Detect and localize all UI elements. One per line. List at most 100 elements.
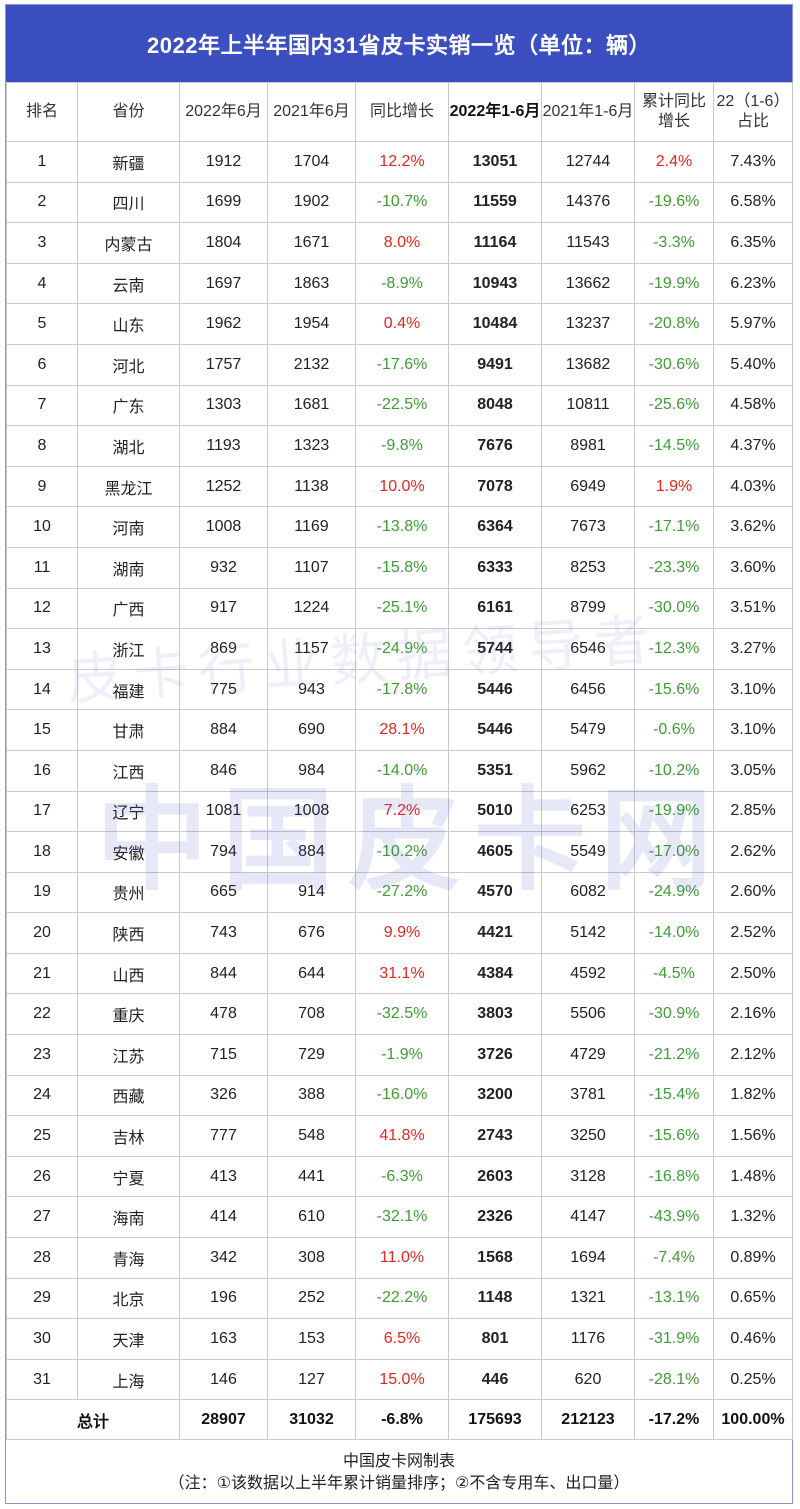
- cell-cumulative-yoy: -25.6%: [634, 384, 714, 427]
- cell-jun22: 917: [179, 587, 268, 630]
- cell-jun22: 777: [179, 1115, 268, 1157]
- cell-jun21: 943: [267, 668, 356, 711]
- cell-h1-2021: 6082: [541, 871, 635, 914]
- cell-share: 3.60%: [713, 546, 793, 589]
- cell-h1-2021: 8981: [541, 425, 635, 467]
- cell-province: 浙江: [77, 628, 180, 670]
- cell-yoy: -10.2%: [355, 831, 449, 873]
- cell-rank: 27: [6, 1196, 78, 1239]
- cell-jun21: 308: [267, 1237, 356, 1279]
- table-row: 21 山西 844 644 31.1% 4384 4592 -4.5% 2.50%: [6, 952, 793, 995]
- cell-share: 5.40%: [713, 343, 793, 386]
- cell-jun22: 326: [179, 1074, 268, 1117]
- cell-jun22: 869: [179, 628, 268, 670]
- cell-yoy: 7.2%: [355, 790, 449, 833]
- cell-cumulative-yoy: -14.0%: [634, 912, 714, 954]
- cell-jun22: 743: [179, 912, 268, 954]
- cell-cumulative-yoy: -28.1%: [634, 1358, 714, 1401]
- cell-jun21: 153: [267, 1318, 356, 1360]
- cell-h1-2022: 4605: [448, 831, 542, 873]
- cell-share: 2.60%: [713, 871, 793, 914]
- cell-cumulative-yoy: -30.9%: [634, 993, 714, 1036]
- cell-yoy: -24.9%: [355, 628, 449, 670]
- cell-jun22: 844: [179, 952, 268, 995]
- cell-h1-2021: 8799: [541, 587, 635, 630]
- cell-h1-2022: 9491: [448, 343, 542, 386]
- total-jun22: 28907: [179, 1399, 268, 1441]
- cell-share: 3.62%: [713, 506, 793, 548]
- cell-jun21: 1008: [267, 790, 356, 833]
- cell-jun21: 690: [267, 709, 356, 751]
- cell-share: 4.37%: [713, 425, 793, 467]
- cell-h1-2022: 3726: [448, 1034, 542, 1076]
- cell-yoy: -14.0%: [355, 749, 449, 792]
- cell-h1-2022: 2743: [448, 1115, 542, 1157]
- table-row: 5 山东 1962 1954 0.4% 10484 13237 -20.8% 5.97%: [6, 303, 793, 345]
- cell-jun21: 914: [267, 871, 356, 914]
- header-rank: 排名: [6, 82, 78, 142]
- cell-jun21: 884: [267, 831, 356, 873]
- cell-province: 北京: [77, 1277, 180, 1320]
- cell-yoy: -10.7%: [355, 181, 449, 224]
- cell-province: 辽宁: [77, 790, 180, 833]
- total-label: 总计: [6, 1399, 180, 1441]
- total-share: 100.00%: [713, 1399, 793, 1441]
- cell-cumulative-yoy: -23.3%: [634, 546, 714, 589]
- cell-yoy: -13.8%: [355, 506, 449, 548]
- cell-province: 四川: [77, 181, 180, 224]
- cell-share: 7.43%: [713, 141, 793, 183]
- cell-jun22: 775: [179, 668, 268, 711]
- cell-rank: 13: [6, 628, 78, 670]
- cell-yoy: -15.8%: [355, 546, 449, 589]
- cell-h1-2022: 5446: [448, 668, 542, 711]
- cell-cumulative-yoy: -19.6%: [634, 181, 714, 224]
- cell-jun21: 2132: [267, 343, 356, 386]
- cell-cumulative-yoy: -19.9%: [634, 790, 714, 833]
- cell-share: 2.12%: [713, 1034, 793, 1076]
- cell-yoy: -22.2%: [355, 1277, 449, 1320]
- cell-h1-2022: 1148: [448, 1277, 542, 1320]
- table-row: 25 吉林 777 548 41.8% 2743 3250 -15.6% 1.56%: [6, 1115, 793, 1157]
- cell-h1-2022: 10943: [448, 262, 542, 305]
- cell-cumulative-yoy: -30.6%: [634, 343, 714, 386]
- cell-yoy: -25.1%: [355, 587, 449, 630]
- table-row: 2 四川 1699 1902 -10.7% 11559 14376 -19.6% 6.58%: [6, 181, 793, 224]
- cell-cumulative-yoy: -43.9%: [634, 1196, 714, 1239]
- cell-rank: 18: [6, 831, 78, 873]
- cell-rank: 23: [6, 1034, 78, 1076]
- cell-rank: 16: [6, 749, 78, 792]
- table-row: 26 宁夏 413 441 -6.3% 2603 3128 -16.8% 1.48%: [6, 1155, 793, 1198]
- cell-rank: 22: [6, 993, 78, 1036]
- cell-province: 黑龙江: [77, 465, 180, 508]
- header-province: 省份: [77, 82, 180, 142]
- cell-cumulative-yoy: -0.6%: [634, 709, 714, 751]
- cell-cumulative-yoy: -21.2%: [634, 1034, 714, 1076]
- cell-h1-2022: 5010: [448, 790, 542, 833]
- cell-h1-2021: 6949: [541, 465, 635, 508]
- header-h1-2022: 2022年1-6月: [448, 82, 542, 142]
- cell-jun21: 610: [267, 1196, 356, 1239]
- cell-share: 1.32%: [713, 1196, 793, 1239]
- cell-h1-2022: 6161: [448, 587, 542, 630]
- cell-jun21: 1224: [267, 587, 356, 630]
- cell-jun22: 1962: [179, 303, 268, 345]
- cell-h1-2022: 3200: [448, 1074, 542, 1117]
- cell-cumulative-yoy: -15.4%: [634, 1074, 714, 1117]
- cell-h1-2021: 1694: [541, 1237, 635, 1279]
- cell-rank: 25: [6, 1115, 78, 1157]
- cell-yoy: 0.4%: [355, 303, 449, 345]
- table-row: 13 浙江 869 1157 -24.9% 5744 6546 -12.3% 3.27%: [6, 628, 793, 670]
- cell-rank: 7: [6, 384, 78, 427]
- cell-rank: 26: [6, 1155, 78, 1198]
- cell-h1-2022: 8048: [448, 384, 542, 427]
- cell-jun21: 1671: [267, 222, 356, 264]
- cell-cumulative-yoy: -14.5%: [634, 425, 714, 467]
- cell-rank: 28: [6, 1237, 78, 1279]
- cell-share: 6.35%: [713, 222, 793, 264]
- cell-jun21: 548: [267, 1115, 356, 1157]
- cell-jun22: 342: [179, 1237, 268, 1279]
- cell-jun21: 1902: [267, 181, 356, 224]
- cell-rank: 11: [6, 546, 78, 589]
- cell-province: 广东: [77, 384, 180, 427]
- cell-rank: 5: [6, 303, 78, 345]
